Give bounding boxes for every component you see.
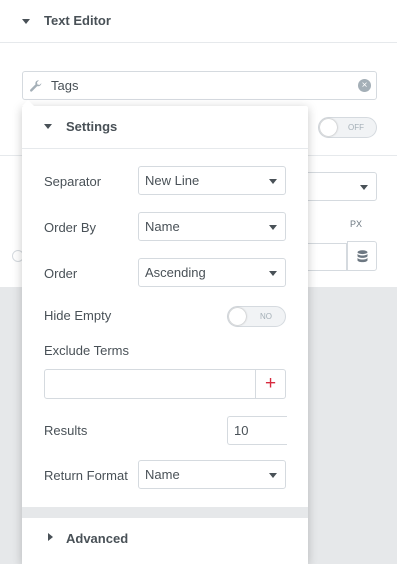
advanced-section-header[interactable]: Advanced — [22, 518, 308, 564]
exclude-terms-input[interactable] — [44, 369, 256, 399]
caret-down-icon — [360, 185, 368, 190]
return-format-label: Return Format — [44, 468, 128, 483]
hide-empty-label: Hide Empty — [44, 308, 112, 323]
results-label: Results — [44, 423, 88, 438]
hide-empty-switch[interactable]: NO — [227, 306, 286, 327]
order-value: Ascending — [145, 265, 206, 280]
switch-knob — [320, 119, 337, 136]
separator-select[interactable]: New Line — [138, 166, 286, 195]
order-by-select[interactable]: Name — [138, 212, 286, 241]
text-editor-section-header[interactable]: Text Editor — [0, 0, 397, 43]
order-by-label: Order By — [44, 220, 97, 235]
units-selector[interactable]: PX — [350, 219, 362, 229]
background-switch[interactable]: OFF — [318, 117, 377, 138]
advanced-title: Advanced — [66, 531, 129, 546]
return-format-select[interactable]: Name — [138, 460, 286, 489]
exclude-terms-label: Exclude Terms — [44, 343, 130, 358]
dynamic-tag-label: Tags — [51, 78, 79, 93]
wrench-icon — [30, 80, 42, 92]
switch-knob — [229, 308, 246, 325]
caret-down-icon — [269, 271, 277, 276]
settings-title: Settings — [66, 119, 118, 134]
caret-down-icon — [269, 225, 277, 230]
dynamic-tag-field[interactable]: Tags × — [22, 71, 377, 100]
caret-down-icon — [269, 179, 277, 184]
switch-state-text: NO — [260, 312, 272, 321]
results-number-input[interactable]: 10 — [227, 416, 287, 445]
add-term-button[interactable]: + — [256, 369, 286, 399]
settings-section-header[interactable]: Settings — [22, 106, 308, 149]
switch-state-text: OFF — [348, 123, 364, 132]
separator-label: Separator — [44, 174, 102, 189]
background-select[interactable] — [300, 172, 377, 201]
section-separator — [22, 507, 308, 518]
caret-right-icon — [48, 533, 53, 541]
return-format-value: Name — [145, 467, 180, 482]
caret-down-icon — [269, 473, 277, 478]
dynamic-tags-button[interactable] — [347, 241, 377, 271]
close-circle-icon[interactable]: × — [358, 79, 371, 92]
section-title: Text Editor — [44, 13, 111, 28]
order-by-value: Name — [145, 219, 180, 234]
separator-value: New Line — [145, 173, 200, 188]
caret-down-icon — [22, 19, 30, 24]
database-icon — [357, 250, 368, 263]
order-label: Order — [44, 266, 78, 281]
dynamic-tag-settings-popover: Settings Separator New Line Order By Nam… — [22, 100, 308, 564]
results-value: 10 — [234, 423, 249, 438]
order-select[interactable]: Ascending — [138, 258, 286, 287]
caret-down-icon — [44, 124, 52, 129]
